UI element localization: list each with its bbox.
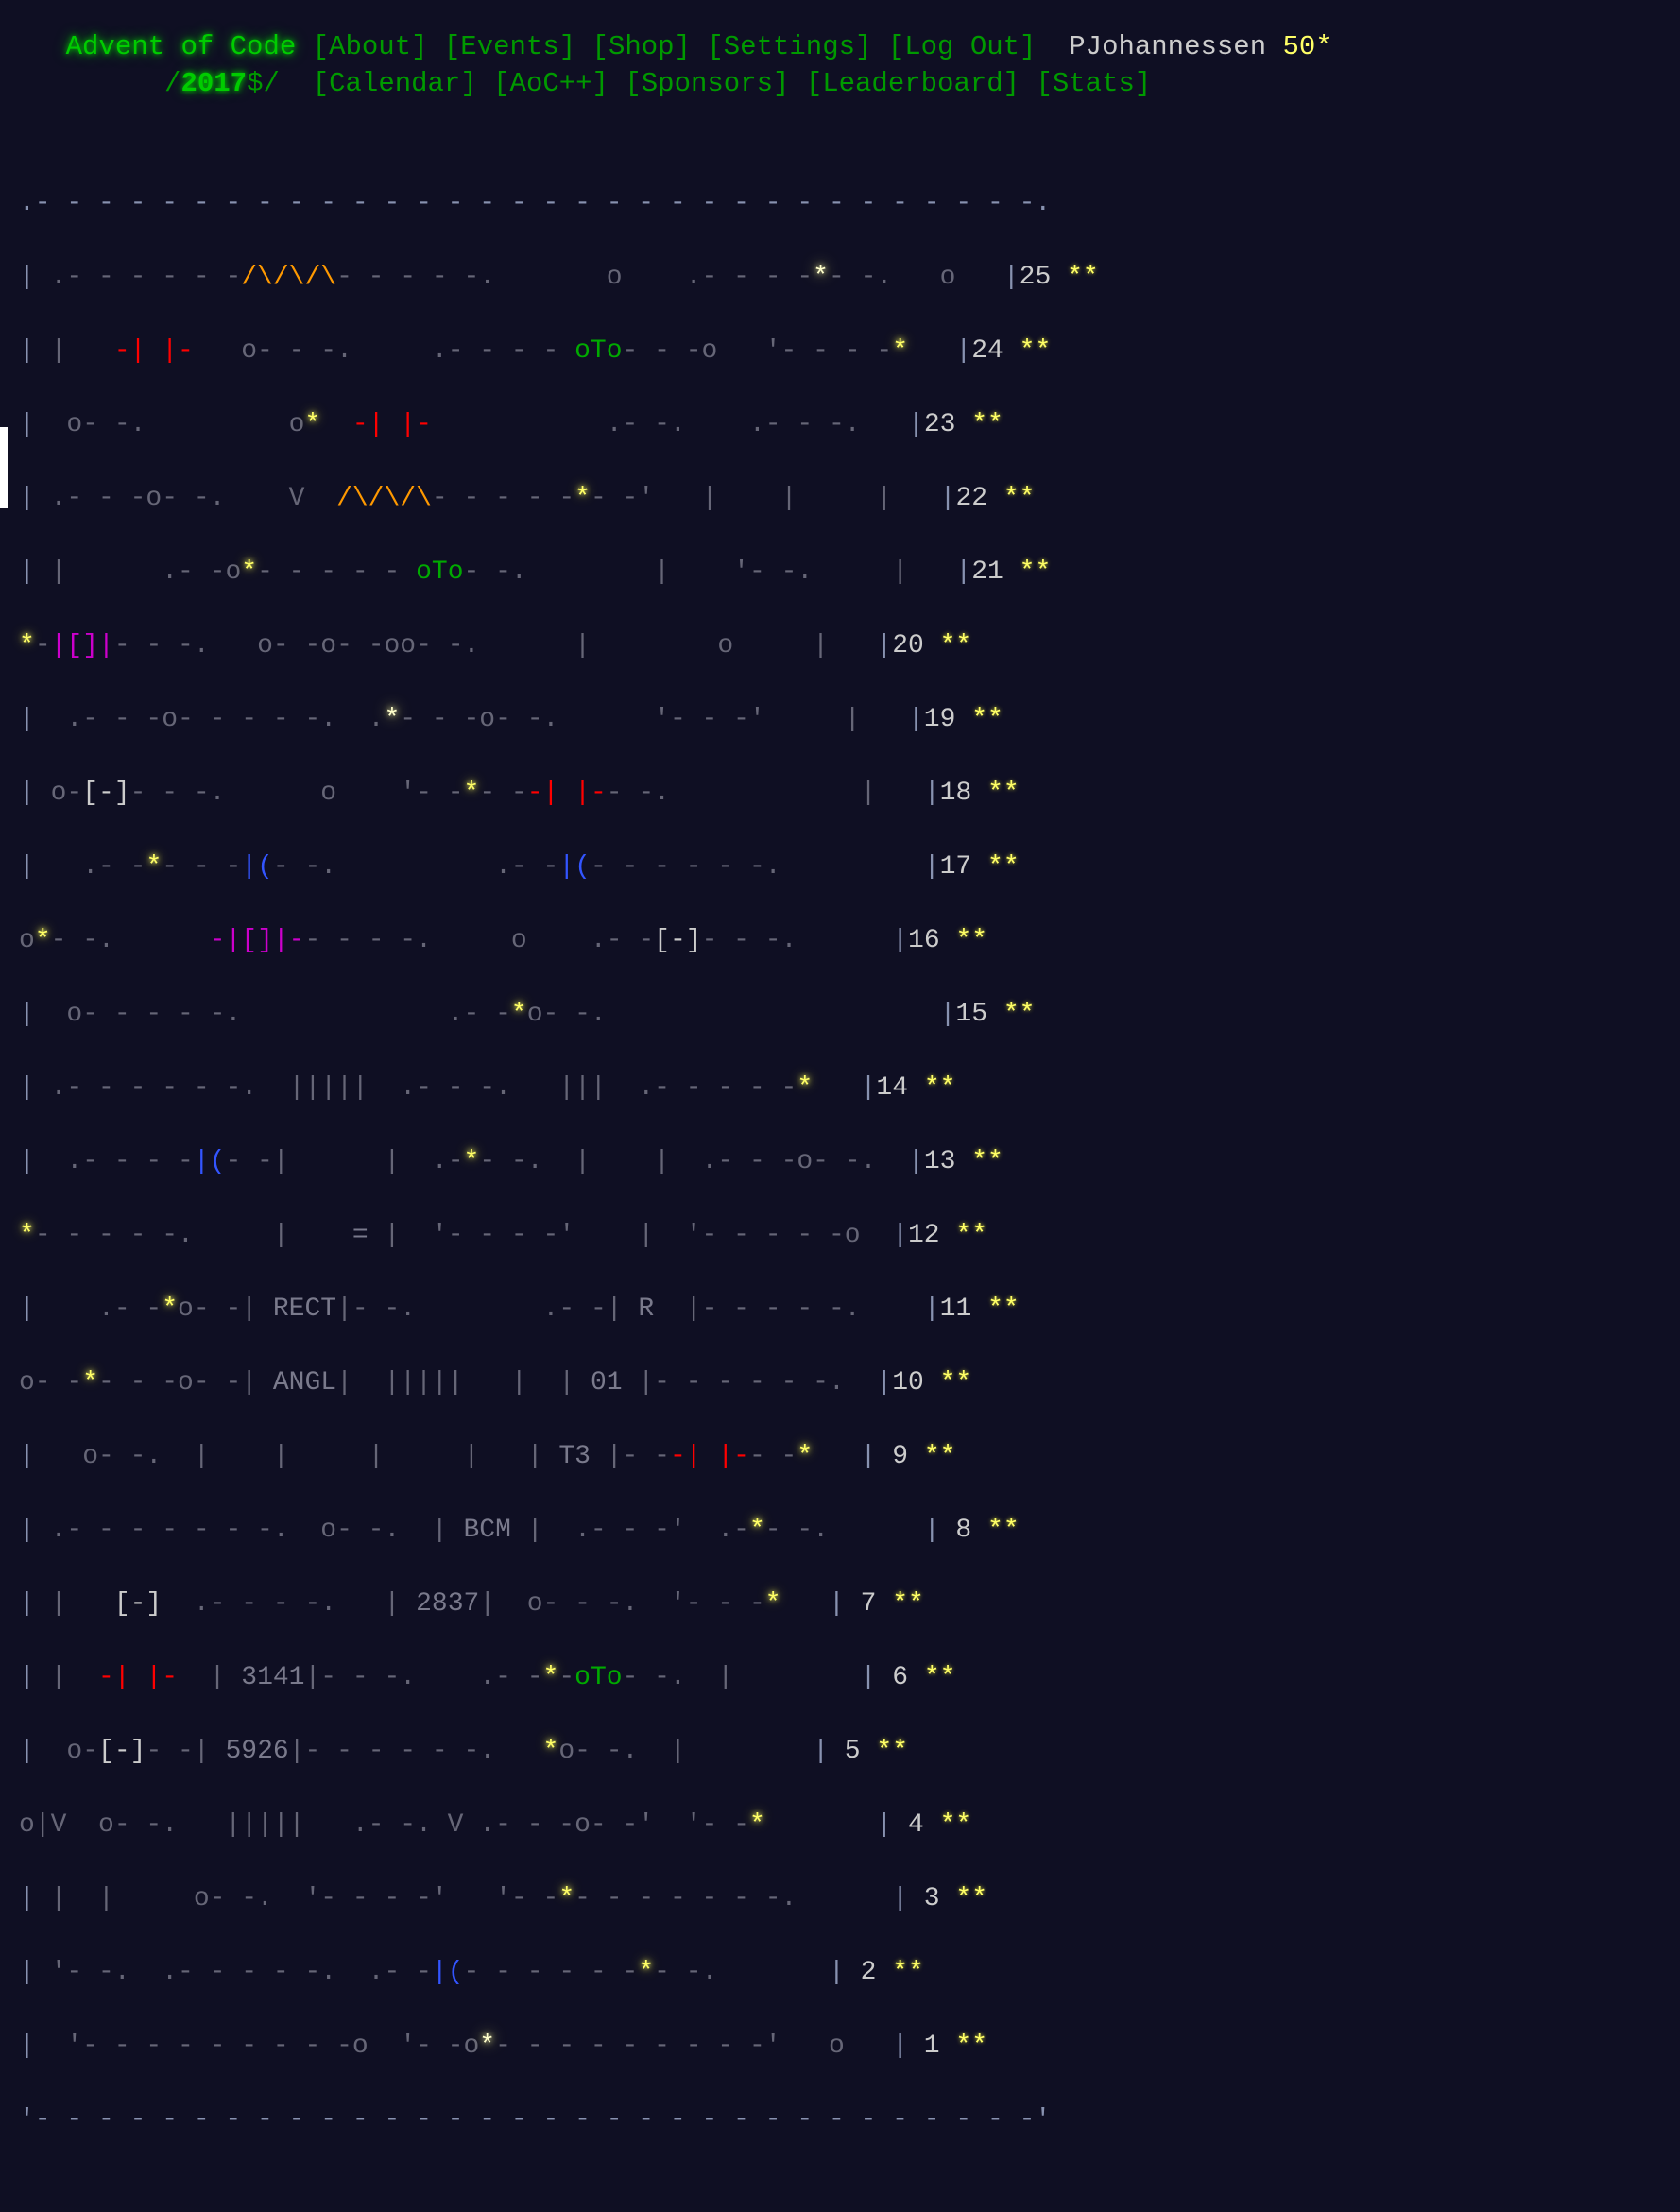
day-stars: ** bbox=[892, 1589, 924, 1619]
day-stars: ** bbox=[1019, 557, 1052, 587]
year-label: 2017 bbox=[180, 68, 248, 99]
star-icon: * bbox=[1315, 31, 1332, 62]
nav-sponsors[interactable]: [Sponsors] bbox=[625, 70, 789, 97]
day-number[interactable]: 9 bbox=[876, 1442, 908, 1471]
day-stars: ** bbox=[987, 779, 1020, 808]
day-number[interactable]: 18 bbox=[940, 779, 972, 808]
calendar-row[interactable]: | '- - - - - - - - -o '- -o*- - - - - - … bbox=[19, 2028, 1663, 2065]
calendar-row[interactable]: | o- -. o* -| |- .- -. .- - -. |23 ** bbox=[19, 406, 1663, 443]
calendar-row[interactable]: | .- - - -|(- -| | .-*- -. | | .- - -o- … bbox=[19, 1143, 1663, 1180]
nav-calendar[interactable]: [Calendar] bbox=[313, 70, 477, 97]
day-number[interactable]: 25 bbox=[1020, 263, 1052, 292]
site-logo[interactable]: Advent of Code bbox=[66, 33, 297, 60]
day-number[interactable]: 5 bbox=[829, 1737, 861, 1766]
calendar-row[interactable]: | o-[-]- -| 5926|- - - - - -. *o- -. | |… bbox=[19, 1733, 1663, 1770]
calendar-row[interactable]: | | .- -o*- - - - - oTo- -. | '- -. | |2… bbox=[19, 554, 1663, 591]
day-stars: ** bbox=[987, 1295, 1020, 1324]
day-stars: ** bbox=[987, 852, 1020, 882]
day-number[interactable]: 22 bbox=[955, 484, 987, 513]
day-stars: ** bbox=[939, 631, 972, 660]
day-stars: ** bbox=[923, 1442, 956, 1471]
day-stars: ** bbox=[1003, 1000, 1036, 1029]
calendar-row[interactable]: | .- - - - - -/\/\/\- - - - -. o .- - - … bbox=[19, 259, 1663, 296]
calendar-row[interactable]: | | -| |- | 3141|- - -. .- -*-oTo- -. | … bbox=[19, 1659, 1663, 1696]
day-stars: ** bbox=[955, 1884, 988, 1913]
day-number[interactable]: 6 bbox=[876, 1663, 908, 1692]
day-stars: ** bbox=[971, 410, 1003, 439]
star-count: 50* bbox=[1283, 33, 1332, 60]
nav-settings[interactable]: [Settings] bbox=[707, 33, 871, 60]
day-number[interactable]: 7 bbox=[845, 1589, 877, 1619]
day-number[interactable]: 8 bbox=[940, 1516, 971, 1545]
day-number[interactable]: 17 bbox=[940, 852, 972, 882]
star-count-number: 50 bbox=[1282, 31, 1316, 62]
left-edge-artifact bbox=[0, 427, 8, 508]
day-stars: ** bbox=[876, 1737, 909, 1766]
day-number[interactable]: 19 bbox=[924, 705, 956, 734]
calendar-row[interactable]: | .- -*o- -| RECT|- -. .- -| R |- - - - … bbox=[19, 1291, 1663, 1328]
day-number[interactable]: 1 bbox=[908, 2032, 940, 2061]
calendar-row[interactable]: | .- -*- - -|(- -. .- -|(- - - - - -. |1… bbox=[19, 849, 1663, 885]
header-row-top: Advent of Code [About] [Events] [Shop] [… bbox=[0, 6, 1680, 60]
day-stars: ** bbox=[987, 1516, 1020, 1545]
day-number[interactable]: 21 bbox=[971, 557, 1003, 587]
day-number[interactable]: 12 bbox=[908, 1221, 940, 1250]
calendar-row[interactable]: o|V o- -. ||||| .- -. V .- - -o- -' '- -… bbox=[19, 1807, 1663, 1843]
day-number[interactable]: 15 bbox=[955, 1000, 987, 1029]
calendar-row[interactable]: | | | o- -. '- - - -' '- -*- - - - - - -… bbox=[19, 1880, 1663, 1917]
board-bottom-border: '- - - - - - - - - - - - - - - - - - - -… bbox=[19, 2105, 1052, 2135]
nav-shop[interactable]: [Shop] bbox=[592, 33, 691, 60]
username: PJohannessen bbox=[1069, 31, 1267, 62]
calendar-row[interactable]: | .- - -o- -. V /\/\/\- - - - -*- -' | |… bbox=[19, 480, 1663, 517]
day-stars: ** bbox=[955, 926, 988, 955]
nav-log-out[interactable]: [Log Out] bbox=[888, 33, 1037, 60]
day-stars: ** bbox=[955, 1221, 988, 1250]
day-stars: ** bbox=[955, 2032, 988, 2061]
site-header: Advent of Code [About] [Events] [Shop] [… bbox=[0, 0, 1680, 97]
calendar-row[interactable]: | .- - -o- - - - -. .*- - -o- -. '- - -'… bbox=[19, 701, 1663, 738]
day-number[interactable]: 23 bbox=[924, 410, 956, 439]
day-number[interactable]: 4 bbox=[892, 1810, 924, 1840]
calendar-row[interactable]: | .- - - - - - -. o- -. | BCM | .- - -' … bbox=[19, 1512, 1663, 1549]
day-stars: ** bbox=[923, 1663, 956, 1692]
calendar-row[interactable]: | | -| |- o- - -. .- - - - oTo- - -o '- … bbox=[19, 333, 1663, 369]
nav-about[interactable]: [About] bbox=[313, 33, 428, 60]
day-stars: ** bbox=[939, 1810, 972, 1840]
calendar-row[interactable]: *-|[]|- - -. o- -o- -oo- -. | o | |20 ** bbox=[19, 627, 1663, 664]
calendar-row[interactable]: | o- - - - -. .- -*o- -. |15 ** bbox=[19, 996, 1663, 1033]
day-stars: ** bbox=[1019, 336, 1052, 366]
calendar-row[interactable]: | .- - - - - -. ||||| .- - -. ||| .- - -… bbox=[19, 1070, 1663, 1106]
calendar-row[interactable]: | o-[-]- - -. o '- -*- --| |-- -. | |18 … bbox=[19, 775, 1663, 812]
nav-aocpp[interactable]: [AoC++] bbox=[493, 70, 609, 97]
day-number[interactable]: 14 bbox=[876, 1073, 908, 1103]
calendar-row[interactable]: | | [-] .- - - -. | 2837| o- - -. '- - -… bbox=[19, 1586, 1663, 1622]
day-number[interactable]: 2 bbox=[845, 1958, 877, 1987]
day-number[interactable]: 16 bbox=[908, 926, 940, 955]
calendar: .- - - - - - - - - - - - - - - - - - - -… bbox=[19, 111, 1663, 2212]
calendar-row[interactable]: o*- -. -|[]|-- - - -. o .- -[-]- - -. |1… bbox=[19, 922, 1663, 959]
day-stars: ** bbox=[1003, 484, 1036, 513]
board-top-border: .- - - - - - - - - - - - - - - - - - - -… bbox=[19, 189, 1052, 218]
day-number[interactable]: 20 bbox=[892, 631, 924, 660]
calendar-row[interactable]: *- - - - -. | = | '- - - -' | '- - - - -… bbox=[19, 1217, 1663, 1254]
calendar-row[interactable]: | o- -. | | | | | T3 |- --| |-- -* | 9 *… bbox=[19, 1438, 1663, 1475]
year-link[interactable]: /2017$/ bbox=[164, 70, 280, 97]
day-stars: ** bbox=[939, 1368, 972, 1398]
nav-leaderboard[interactable]: [Leaderboard] bbox=[806, 70, 1020, 97]
day-stars: ** bbox=[892, 1958, 924, 1987]
day-stars: ** bbox=[923, 1073, 956, 1103]
day-number[interactable]: 13 bbox=[924, 1147, 956, 1176]
day-number[interactable]: 11 bbox=[940, 1295, 972, 1324]
day-stars: ** bbox=[1067, 263, 1099, 292]
day-stars: ** bbox=[971, 1147, 1003, 1176]
calendar-row[interactable]: | '- -. .- - - - -. .- -|(- - - - - -*- … bbox=[19, 1954, 1663, 1991]
nav-events[interactable]: [Events] bbox=[444, 33, 575, 60]
nav-stats[interactable]: [Stats] bbox=[1036, 70, 1151, 97]
day-number[interactable]: 3 bbox=[908, 1884, 940, 1913]
day-number[interactable]: 10 bbox=[892, 1368, 924, 1398]
day-number[interactable]: 24 bbox=[971, 336, 1003, 366]
day-stars: ** bbox=[971, 705, 1003, 734]
calendar-row[interactable]: o- -*- - -o- -| ANGL| ||||| | | 01 |- - … bbox=[19, 1364, 1663, 1401]
